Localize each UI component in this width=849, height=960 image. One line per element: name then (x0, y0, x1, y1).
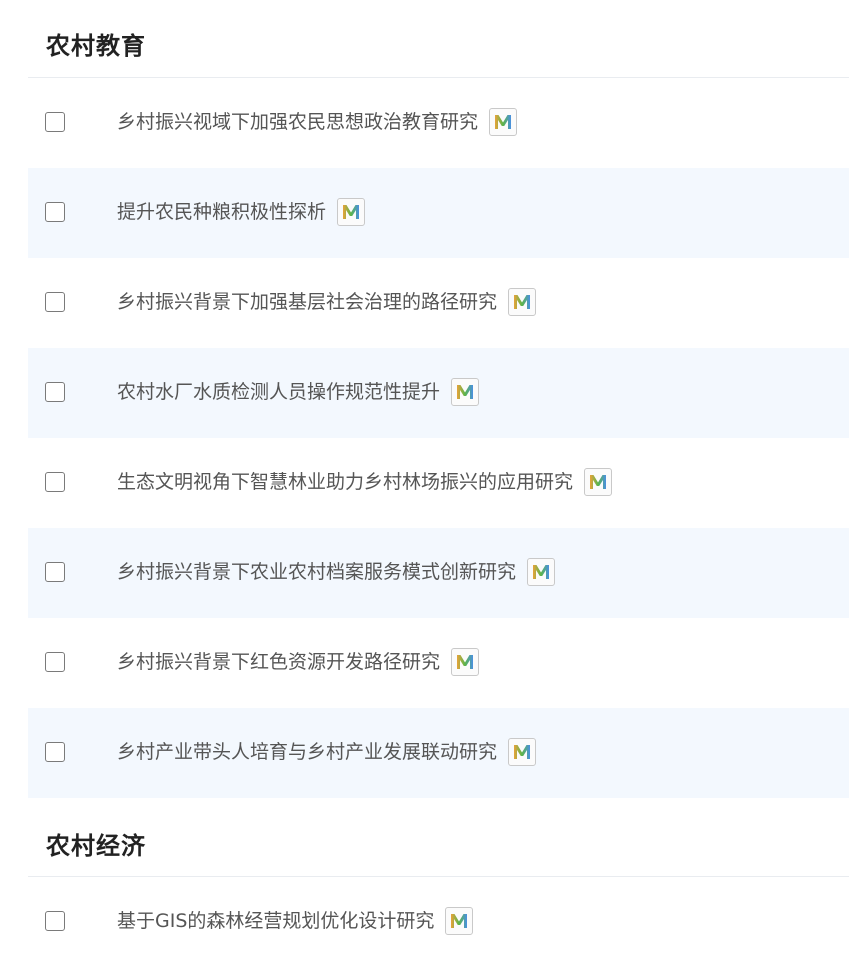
list-item[interactable]: 乡村振兴背景下红色资源开发路径研究 (28, 618, 849, 708)
section-title: 农村教育 (46, 32, 146, 60)
m-color-badge-icon[interactable] (584, 468, 613, 496)
m-color-badge-icon[interactable] (451, 648, 480, 676)
section-header-rural-economy: 农村经济 (28, 798, 849, 877)
list-item[interactable]: 基于GIS的森林经营规划优化设计研究 (28, 877, 849, 960)
m-color-badge-icon[interactable] (527, 558, 556, 586)
select-checkbox[interactable] (45, 742, 65, 762)
select-checkbox[interactable] (45, 292, 65, 312)
article-title-link[interactable]: 乡村振兴背景下加强基层社会治理的路径研究 (117, 287, 497, 317)
list-item[interactable]: 农村水厂水质检测人员操作规范性提升 (28, 348, 849, 438)
select-checkbox[interactable] (45, 911, 65, 931)
select-checkbox[interactable] (45, 382, 65, 402)
select-checkbox[interactable] (45, 202, 65, 222)
article-title-link[interactable]: 乡村振兴背景下农业农村档案服务模式创新研究 (117, 557, 516, 587)
article-title-link[interactable]: 基于GIS的森林经营规划优化设计研究 (117, 906, 434, 936)
section-header-rural-education: 农村教育 (28, 0, 849, 78)
select-checkbox[interactable] (45, 652, 65, 672)
article-title-link[interactable]: 乡村振兴视域下加强农民思想政治教育研究 (117, 107, 478, 137)
m-color-badge-icon[interactable] (508, 738, 537, 766)
list-item[interactable]: 乡村振兴背景下加强基层社会治理的路径研究 (28, 258, 849, 348)
list-item[interactable]: 乡村振兴背景下农业农村档案服务模式创新研究 (28, 528, 849, 618)
list-item[interactable]: 乡村振兴视域下加强农民思想政治教育研究 (28, 78, 849, 168)
m-color-badge-icon[interactable] (445, 907, 474, 935)
article-title-link[interactable]: 提升农民种粮积极性探析 (117, 197, 326, 227)
article-list-page: 农村教育 乡村振兴视域下加强农民思想政治教育研究 提升农民种粮积极性探析 乡村振… (0, 0, 849, 960)
select-checkbox[interactable] (45, 472, 65, 492)
article-title-link[interactable]: 乡村振兴背景下红色资源开发路径研究 (117, 647, 440, 677)
m-color-badge-icon[interactable] (508, 288, 537, 316)
m-color-badge-icon[interactable] (451, 378, 480, 406)
select-checkbox[interactable] (45, 562, 65, 582)
section-title: 农村经济 (46, 832, 146, 860)
article-title-link[interactable]: 农村水厂水质检测人员操作规范性提升 (117, 377, 440, 407)
select-checkbox[interactable] (45, 112, 65, 132)
article-title-link[interactable]: 乡村产业带头人培育与乡村产业发展联动研究 (117, 737, 497, 767)
list-item[interactable]: 生态文明视角下智慧林业助力乡村林场振兴的应用研究 (28, 438, 849, 528)
list-item[interactable]: 乡村产业带头人培育与乡村产业发展联动研究 (28, 708, 849, 798)
article-title-link[interactable]: 生态文明视角下智慧林业助力乡村林场振兴的应用研究 (117, 467, 573, 497)
m-color-badge-icon[interactable] (489, 108, 518, 136)
m-color-badge-icon[interactable] (337, 198, 366, 226)
list-item[interactable]: 提升农民种粮积极性探析 (28, 168, 849, 258)
